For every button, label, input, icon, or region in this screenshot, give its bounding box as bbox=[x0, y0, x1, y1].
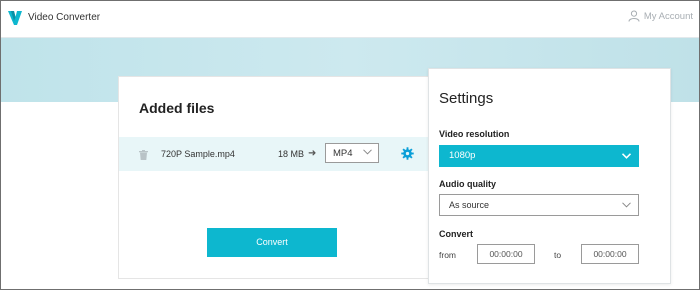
top-bar: Video Converter My Account bbox=[1, 1, 699, 38]
audio-quality-value: As source bbox=[449, 200, 490, 210]
chevron-down-icon bbox=[622, 153, 631, 159]
arrow-right-icon: ➜ bbox=[308, 148, 317, 159]
chevron-down-icon bbox=[622, 202, 631, 208]
file-size: 18 MB bbox=[278, 149, 305, 159]
to-time-input[interactable]: 00:00:00 bbox=[581, 244, 639, 264]
chevron-down-icon bbox=[363, 149, 372, 155]
video-resolution-select[interactable]: 1080p bbox=[439, 145, 639, 167]
added-files-heading: Added files bbox=[139, 100, 215, 116]
app-window: Video Converter My Account Added files 7… bbox=[0, 0, 700, 290]
v-logo-icon bbox=[8, 11, 22, 25]
audio-quality-select[interactable]: As source bbox=[439, 194, 639, 216]
settings-heading: Settings bbox=[439, 90, 494, 107]
file-name: 720P Sample.mp4 bbox=[161, 149, 235, 159]
from-time-input[interactable]: 00:00:00 bbox=[477, 244, 535, 264]
convert-button[interactable]: Convert bbox=[207, 228, 337, 257]
from-label: from bbox=[439, 250, 456, 260]
video-resolution-label: Video resolution bbox=[439, 129, 510, 139]
output-format-select[interactable]: MP4 bbox=[325, 143, 379, 163]
video-resolution-value: 1080p bbox=[449, 150, 476, 161]
convert-range-label: Convert bbox=[439, 229, 474, 239]
file-row: 720P Sample.mp4 18 MB ➜ MP4 bbox=[119, 137, 449, 171]
my-account-label: My Account bbox=[643, 10, 693, 22]
app-title: Video Converter bbox=[28, 12, 101, 23]
added-files-panel: Added files 720P Sample.mp4 18 MB ➜ MP4 bbox=[118, 76, 450, 279]
trash-icon[interactable] bbox=[139, 150, 148, 160]
user-icon bbox=[628, 10, 640, 22]
gear-icon[interactable] bbox=[401, 147, 414, 160]
output-format-value: MP4 bbox=[333, 148, 353, 159]
to-label: to bbox=[554, 250, 562, 260]
my-account-link[interactable]: My Account bbox=[628, 10, 693, 22]
audio-quality-label: Audio quality bbox=[439, 179, 496, 189]
settings-panel: Settings Video resolution 1080p Audio qu… bbox=[428, 68, 671, 284]
